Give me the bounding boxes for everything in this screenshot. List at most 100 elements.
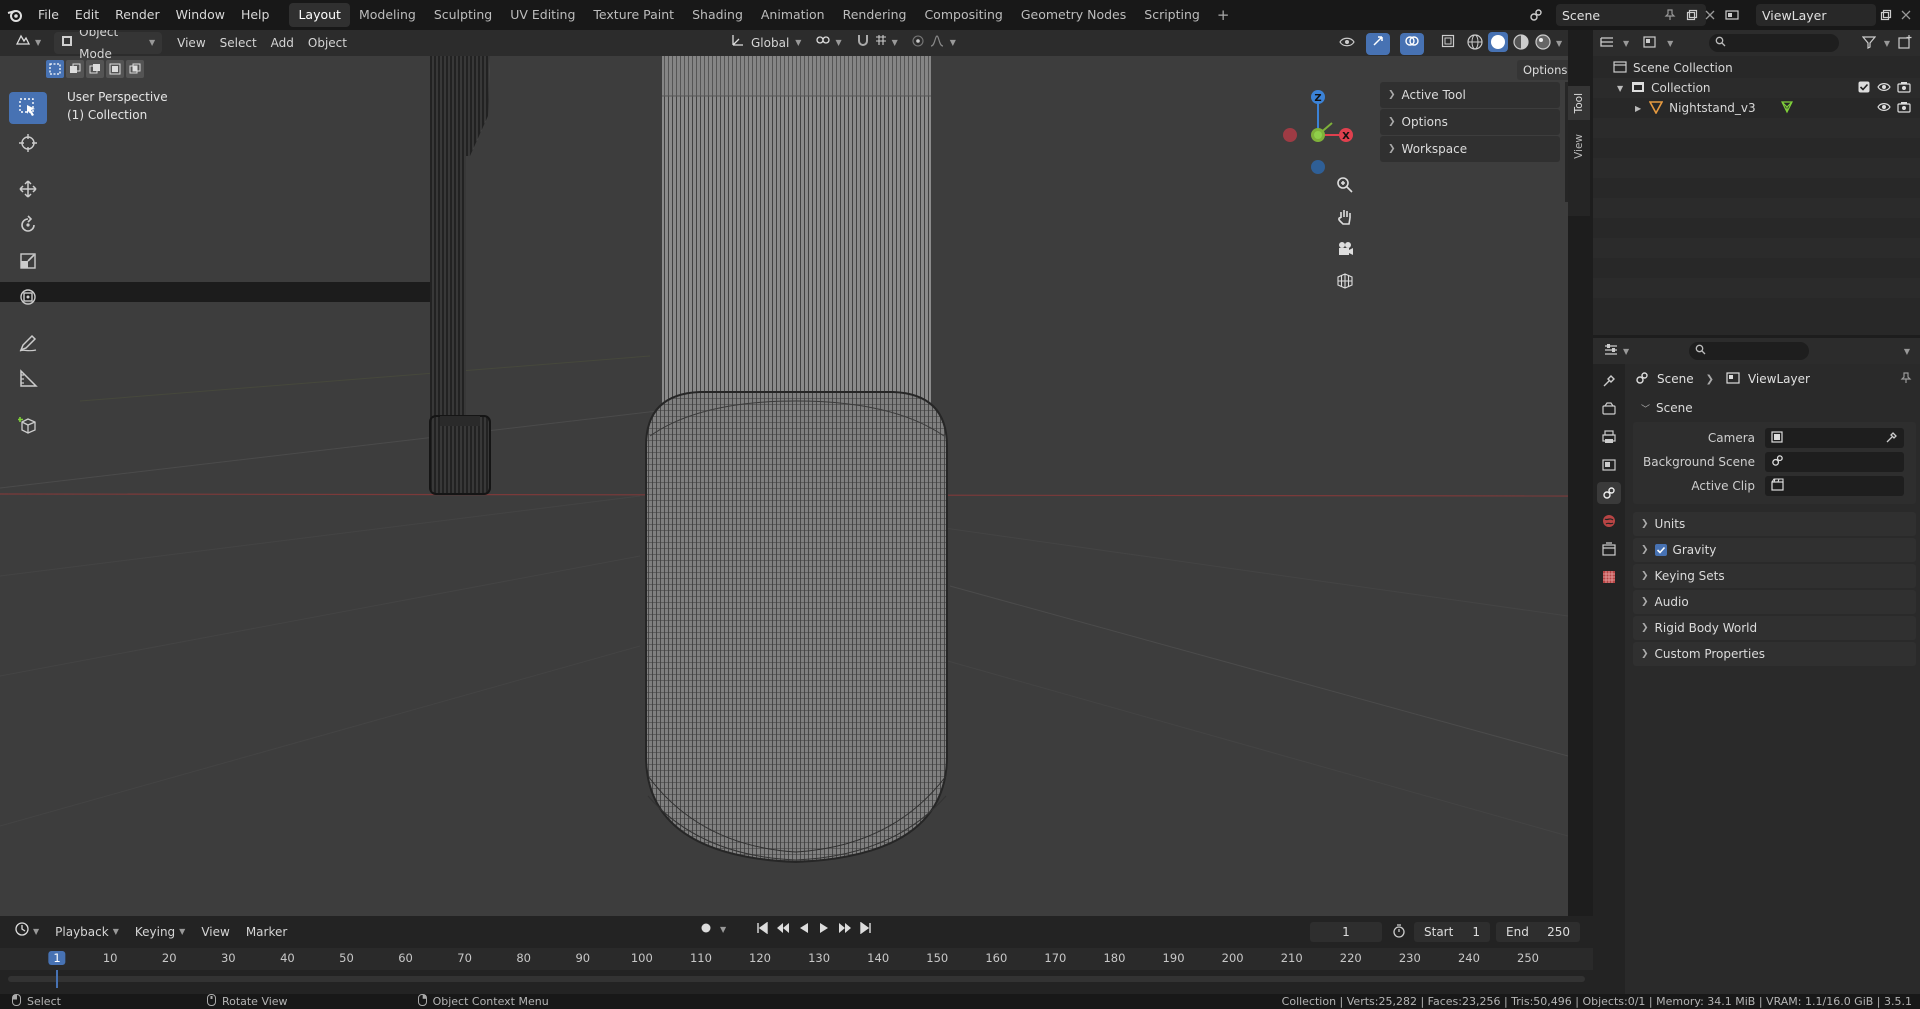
panel-scene-header[interactable]: ﹀ Scene xyxy=(1633,396,1916,420)
menu-timeline-view[interactable]: View xyxy=(194,921,236,943)
blender-logo-icon[interactable] xyxy=(0,0,30,30)
editor-type-button[interactable]: ▼ xyxy=(8,32,48,54)
view-layer-icon[interactable] xyxy=(1722,5,1742,25)
gizmo-neg-x-axis[interactable] xyxy=(1283,128,1297,142)
pin-icon[interactable] xyxy=(1900,371,1912,387)
outliner-row-collection[interactable]: ▼ Collection xyxy=(1593,78,1920,98)
end-frame-field[interactable]: End 250 xyxy=(1496,922,1580,942)
outliner-editor-icon[interactable] xyxy=(1599,35,1615,52)
menu-view[interactable]: View xyxy=(170,32,212,54)
tab-modeling[interactable]: Modeling xyxy=(350,3,425,27)
camera-render-icon[interactable] xyxy=(1897,81,1911,96)
pivot-point-dropdown[interactable]: ▼ xyxy=(808,32,848,54)
add-cube-tool[interactable] xyxy=(9,410,47,442)
background-scene-field[interactable] xyxy=(1765,452,1904,472)
cursor-tool[interactable] xyxy=(9,128,47,160)
start-frame-field[interactable]: Start 1 xyxy=(1414,922,1490,942)
xray-toggle-icon[interactable] xyxy=(1434,33,1462,55)
tab-compositing[interactable]: Compositing xyxy=(915,3,1011,27)
proportional-edit-toggle[interactable]: ▼ xyxy=(905,32,963,54)
record-icon[interactable] xyxy=(700,922,712,937)
delete-scene-icon[interactable] xyxy=(1700,5,1720,25)
select-box-tool[interactable] xyxy=(9,92,47,124)
breadcrumb-scene[interactable]: Scene xyxy=(1657,372,1694,386)
gravity-checkbox[interactable] xyxy=(1654,544,1667,556)
transform-tool[interactable] xyxy=(9,282,47,314)
tab-texture-paint[interactable]: Texture Paint xyxy=(584,3,683,27)
snap-toggle[interactable]: ▼ xyxy=(849,32,905,54)
select-extend-icon[interactable] xyxy=(66,60,84,78)
scene-selector-icon[interactable] xyxy=(1526,5,1546,25)
menu-add[interactable]: Add xyxy=(264,32,301,54)
breadcrumb-view-layer[interactable]: ViewLayer xyxy=(1748,372,1810,386)
outliner-search-input[interactable] xyxy=(1709,34,1840,52)
panel-audio-header[interactable]: ❯ Audio xyxy=(1633,590,1916,614)
menu-file[interactable]: File xyxy=(30,0,67,30)
tab-geometry-nodes[interactable]: Geometry Nodes xyxy=(1012,3,1135,27)
camera-field[interactable] xyxy=(1765,428,1904,448)
camera-view-icon[interactable] xyxy=(1332,236,1358,262)
chevron-down-icon[interactable]: ▼ xyxy=(1623,39,1629,48)
menu-edit[interactable]: Edit xyxy=(67,0,107,30)
visibility-icon[interactable] xyxy=(1332,33,1362,55)
new-collection-icon[interactable] xyxy=(1898,34,1912,52)
panel-rigid-body-world-header[interactable]: ❯ Rigid Body World xyxy=(1633,616,1916,640)
tab-uv-editing[interactable]: UV Editing xyxy=(501,3,584,27)
stopwatch-icon[interactable] xyxy=(1392,924,1406,941)
eyedropper-icon[interactable] xyxy=(1886,431,1898,446)
jump-start-icon[interactable] xyxy=(756,921,768,937)
panel-keying-sets-header[interactable]: ❯ Keying Sets xyxy=(1633,564,1916,588)
eye-icon[interactable] xyxy=(1877,81,1891,96)
tab-scripting[interactable]: Scripting xyxy=(1135,3,1209,27)
shading-rendered-icon[interactable] xyxy=(1534,33,1552,54)
menu-keying[interactable]: Keying ▼ xyxy=(128,921,192,943)
next-keyframe-icon[interactable] xyxy=(838,922,852,937)
tool-tab-icon[interactable] xyxy=(1597,370,1621,392)
sidebar-item-options[interactable]: ❯ Options xyxy=(1380,109,1560,135)
shading-wireframe-icon[interactable] xyxy=(1466,33,1484,54)
view-layer-tab-icon[interactable] xyxy=(1597,454,1621,476)
pan-hand-icon[interactable] xyxy=(1332,204,1358,230)
timeline-editor-type-button[interactable]: ▼ xyxy=(8,921,46,943)
chevron-down-icon[interactable]: ▼ xyxy=(1884,39,1890,48)
scale-tool[interactable] xyxy=(9,246,47,278)
timeline-ruler[interactable]: 1 10 20 30 40 50 60 70 80 90 100 110 120 130 140 150 160… xyxy=(0,948,1593,970)
panel-custom-properties-header[interactable]: ❯ Custom Properties xyxy=(1633,642,1916,666)
delete-view-layer-icon[interactable] xyxy=(1896,5,1916,25)
display-mode-icon[interactable] xyxy=(1643,35,1659,52)
play-reverse-icon[interactable] xyxy=(798,922,810,937)
menu-playback[interactable]: Playback ▼ xyxy=(48,921,126,943)
chevron-down-icon[interactable]: ▼ xyxy=(1904,347,1910,356)
current-frame-field[interactable]: 1 xyxy=(1310,922,1382,942)
tab-shading[interactable]: Shading xyxy=(683,3,752,27)
sidebar-item-workspace[interactable]: ❯ Workspace xyxy=(1380,136,1560,162)
collection-tab-icon[interactable] xyxy=(1597,538,1621,560)
scene-tab-icon[interactable] xyxy=(1597,482,1621,504)
gizmo-toggle-icon[interactable] xyxy=(1366,32,1390,55)
tab-tool[interactable]: Tool xyxy=(1568,86,1590,120)
pin-icon[interactable] xyxy=(1660,5,1680,25)
add-workspace-button[interactable]: + xyxy=(1209,6,1238,24)
menu-select[interactable]: Select xyxy=(213,32,264,54)
select-new-icon[interactable] xyxy=(46,60,64,78)
jump-end-icon[interactable] xyxy=(860,921,872,937)
shading-material-icon[interactable] xyxy=(1512,33,1530,54)
chevron-down-icon[interactable]: ▼ xyxy=(720,925,726,934)
filter-icon[interactable] xyxy=(1861,35,1877,52)
render-tab-icon[interactable] xyxy=(1597,398,1621,420)
menu-window[interactable]: Window xyxy=(168,0,233,30)
mesh-data-icon[interactable] xyxy=(1780,100,1794,117)
timeline-scrollbar[interactable] xyxy=(8,976,1585,982)
texture-tab-icon[interactable] xyxy=(1597,566,1621,588)
new-view-layer-icon[interactable] xyxy=(1876,5,1896,25)
panel-gravity-header[interactable]: ❯ Gravity xyxy=(1633,538,1916,562)
menu-object[interactable]: Object xyxy=(301,32,354,54)
chevron-down-icon[interactable]: ▼ xyxy=(1667,39,1673,48)
playhead-frame-indicator[interactable]: 1 xyxy=(48,951,66,965)
zoom-icon[interactable] xyxy=(1332,172,1358,198)
gizmo-neg-z-axis[interactable] xyxy=(1311,160,1325,174)
rotate-tool[interactable] xyxy=(9,210,47,242)
shading-solid-icon[interactable] xyxy=(1488,32,1508,55)
tab-view[interactable]: View xyxy=(1568,126,1590,166)
tab-rendering[interactable]: Rendering xyxy=(834,3,916,27)
